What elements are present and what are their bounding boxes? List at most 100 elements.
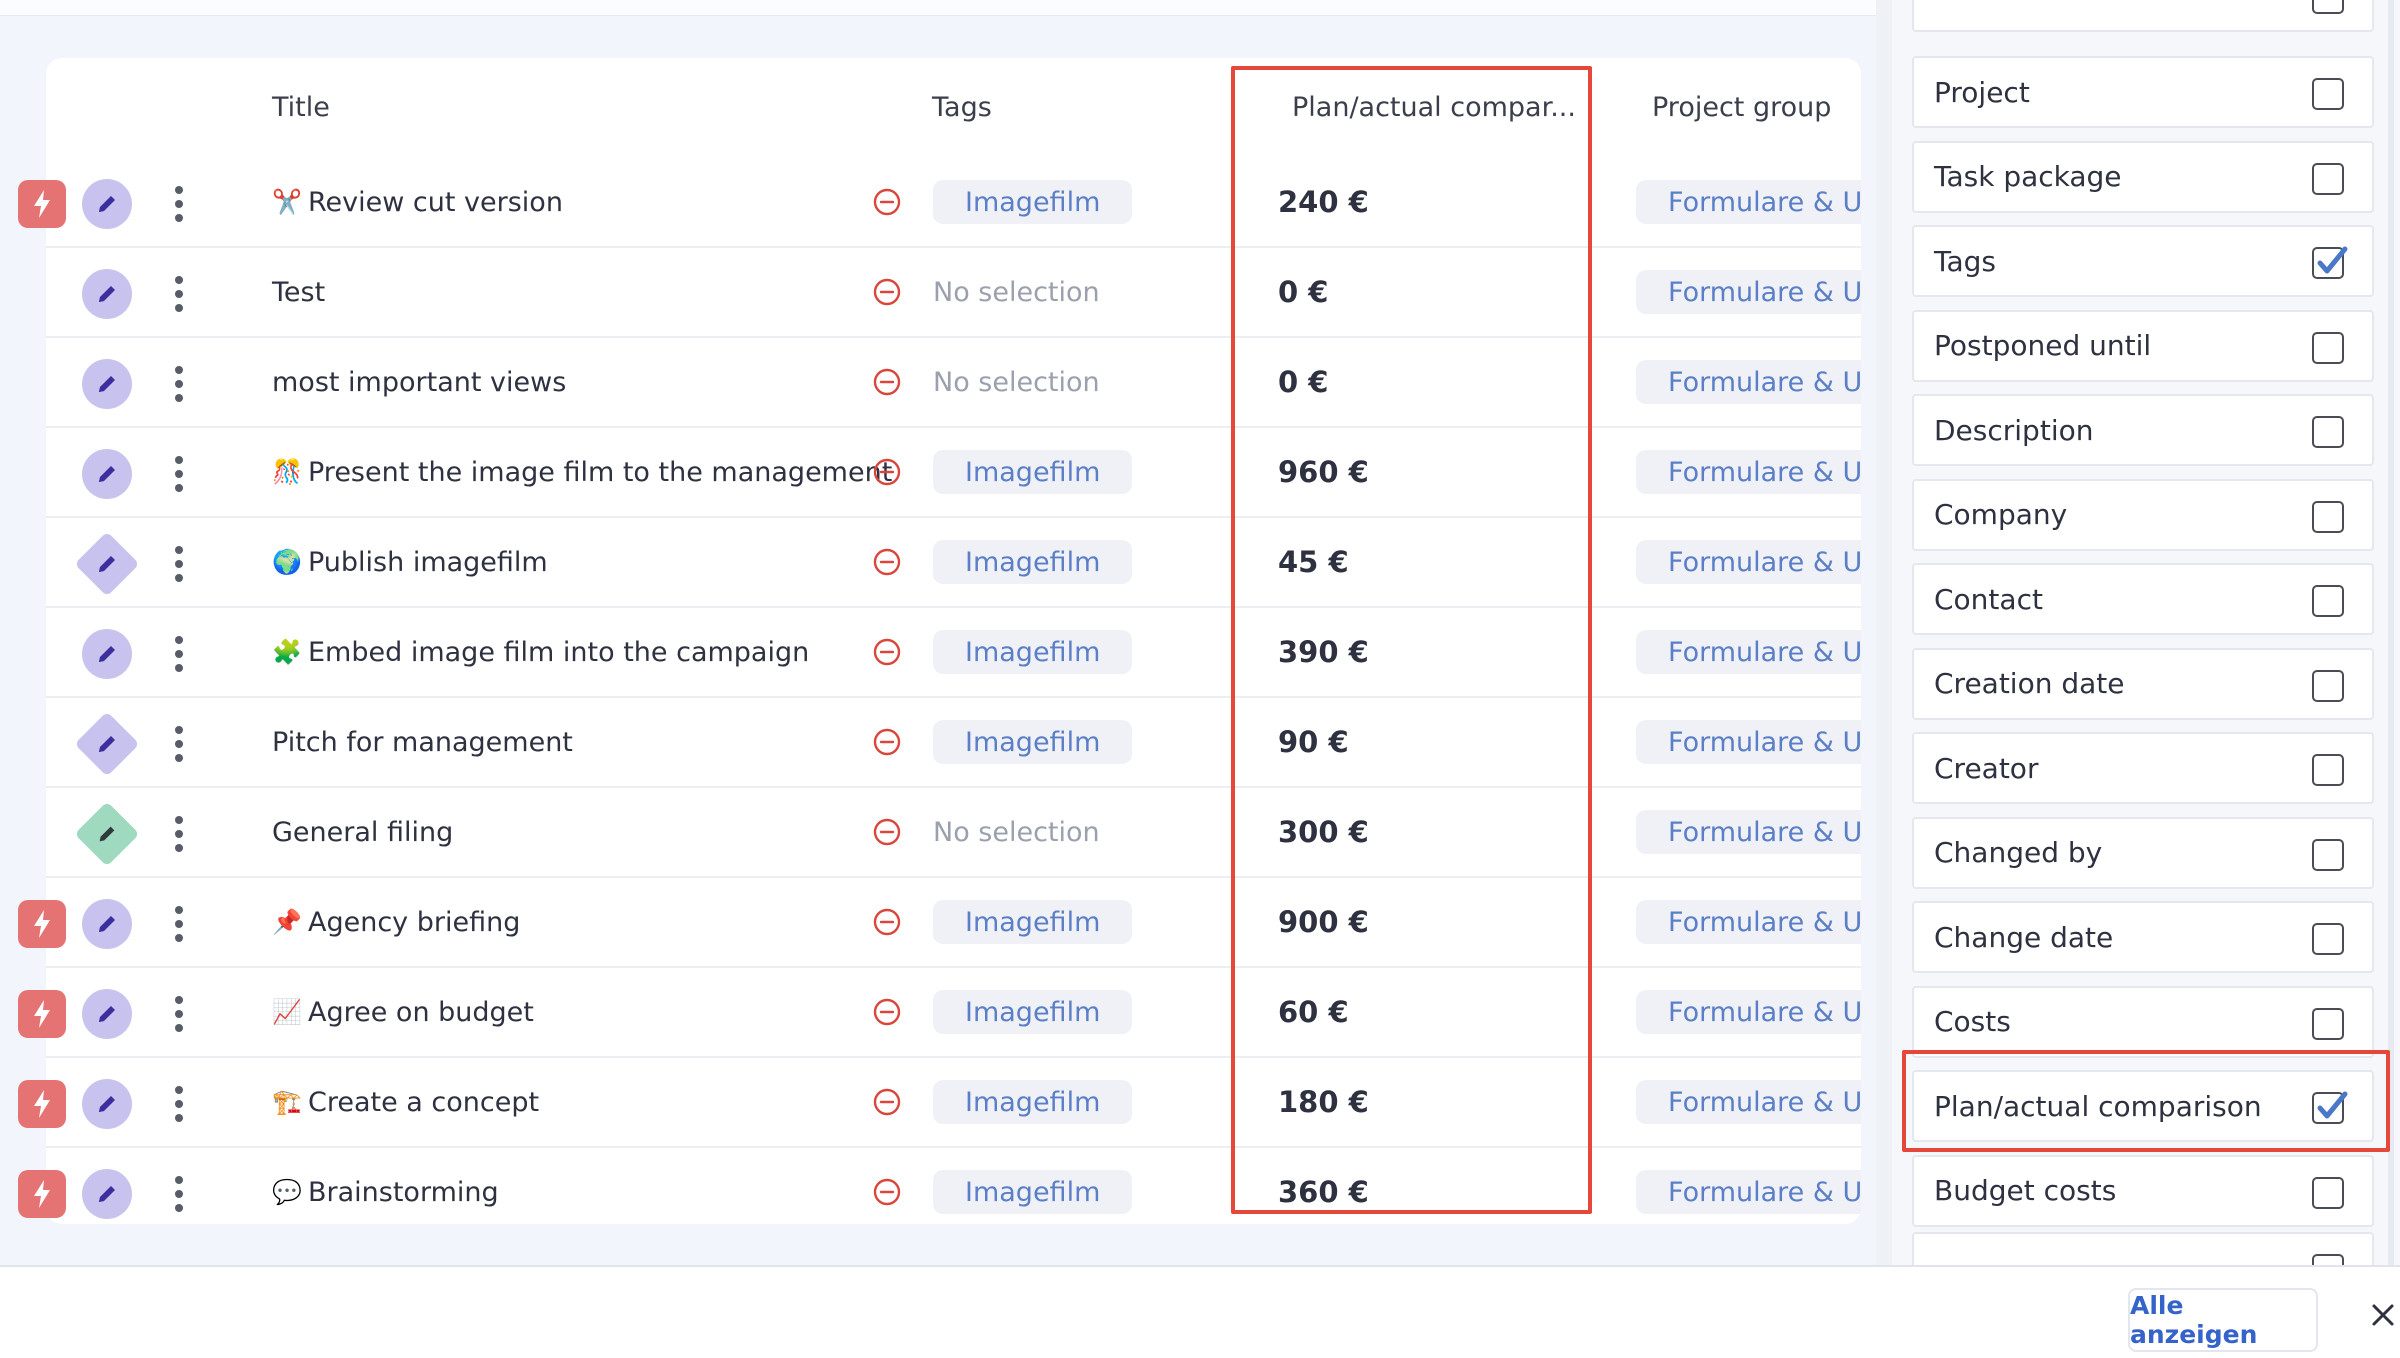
project-group-pill[interactable]: Formulare & Up xyxy=(1636,270,1861,314)
tag-pill[interactable]: Imagefilm xyxy=(933,1170,1133,1214)
table-row[interactable]: 📈 Agree on budget Imagefilm 60 € Formulare &… xyxy=(46,968,1861,1058)
checkbox[interactable] xyxy=(2312,923,2344,955)
column-option[interactable]: Creator xyxy=(1912,732,2374,804)
more-options-icon[interactable] xyxy=(172,1176,186,1212)
remove-tag-icon[interactable] xyxy=(872,248,902,336)
table-row[interactable]: 🧩 Embed image film into the campaign Image… xyxy=(46,608,1861,698)
table-row[interactable]: ✂️ Review cut version Imagefilm 240 € Formul… xyxy=(46,158,1861,248)
more-options-icon[interactable] xyxy=(172,186,186,222)
remove-tag-icon[interactable] xyxy=(872,518,902,606)
column-option[interactable]: Contact xyxy=(1912,563,2374,635)
table-row[interactable]: 📌 Agency briefing Imagefilm 900 € Formulare … xyxy=(46,878,1861,968)
tag-pill[interactable]: Imagefilm xyxy=(933,630,1133,674)
project-group-pill[interactable]: Formulare & Up xyxy=(1636,900,1861,944)
project-group-pill[interactable]: Formulare & Up xyxy=(1636,630,1861,674)
tag-pill[interactable]: Imagefilm xyxy=(933,720,1133,764)
task-title[interactable]: General filing xyxy=(272,788,453,876)
milestone-edit-icon[interactable] xyxy=(74,531,140,597)
priority-flash-icon[interactable] xyxy=(18,1080,66,1128)
priority-flash-icon[interactable] xyxy=(18,180,66,228)
task-title[interactable]: 🏗️ Create a concept xyxy=(272,1058,539,1146)
project-group-pill[interactable]: Formulare & Up xyxy=(1636,360,1861,404)
task-title[interactable]: 📈 Agree on budget xyxy=(272,968,534,1056)
remove-tag-icon[interactable] xyxy=(872,1058,902,1146)
remove-tag-icon[interactable] xyxy=(872,968,902,1056)
task-title[interactable]: 🧩 Embed image film into the campaign xyxy=(272,608,809,696)
more-options-icon[interactable] xyxy=(172,456,186,492)
show-all-button[interactable]: Alle anzeigen xyxy=(2128,1288,2318,1352)
checkbox[interactable] xyxy=(2312,78,2344,110)
priority-flash-icon[interactable] xyxy=(18,1170,66,1218)
table-row[interactable]: 🌍 Publish imagefilm Imagefilm 45 € Formulare… xyxy=(46,518,1861,608)
tag-empty-text[interactable]: No selection xyxy=(933,788,1100,876)
column-option[interactable]: Description xyxy=(1912,394,2374,466)
remove-tag-icon[interactable] xyxy=(872,878,902,966)
task-type-edit-icon[interactable] xyxy=(82,179,132,229)
task-title[interactable]: 📌 Agency briefing xyxy=(272,878,520,966)
project-group-pill[interactable]: Formulare & Up xyxy=(1636,990,1861,1034)
column-option[interactable]: Budget costs xyxy=(1912,1154,2374,1227)
checkbox[interactable] xyxy=(2312,416,2344,448)
project-group-pill[interactable]: Formulare & Up xyxy=(1636,1170,1861,1214)
remove-tag-icon[interactable] xyxy=(872,608,902,696)
filing-edit-icon[interactable] xyxy=(74,801,140,867)
task-title[interactable]: ✂️ Review cut version xyxy=(272,158,563,246)
project-group-pill[interactable]: Formulare & Up xyxy=(1636,720,1861,764)
table-row[interactable]: 🎊 Present the image film to the managemen… xyxy=(46,428,1861,518)
task-title[interactable]: Pitch for management xyxy=(272,698,573,786)
priority-flash-icon[interactable] xyxy=(18,900,66,948)
more-options-icon[interactable] xyxy=(172,726,186,762)
task-title[interactable]: 💬 Brainstorming xyxy=(272,1148,499,1224)
checkbox[interactable] xyxy=(2312,669,2344,702)
more-options-icon[interactable] xyxy=(172,366,186,402)
remove-tag-icon[interactable] xyxy=(872,788,902,876)
checkbox[interactable] xyxy=(2312,500,2344,533)
project-group-pill[interactable]: Formulare & Up xyxy=(1636,1080,1861,1124)
checkbox[interactable] xyxy=(2312,331,2344,364)
task-type-edit-icon[interactable] xyxy=(82,899,132,949)
tag-pill[interactable]: Imagefilm xyxy=(933,1080,1133,1124)
checkbox[interactable] xyxy=(2312,585,2344,617)
column-option[interactable]: Company xyxy=(1912,478,2374,551)
more-options-icon[interactable] xyxy=(172,906,186,942)
tag-pill[interactable]: Imagefilm xyxy=(933,180,1133,224)
checkbox[interactable] xyxy=(2312,1007,2344,1040)
tag-pill[interactable]: Imagefilm xyxy=(933,990,1133,1034)
checkbox[interactable] xyxy=(2312,1176,2344,1209)
table-row[interactable]: 🏗️ Create a concept Imagefilm 180 € Formular… xyxy=(46,1058,1861,1148)
column-option[interactable]: Costs xyxy=(1912,985,2374,1058)
column-header-plan-actual[interactable]: Plan/actual compar... xyxy=(1292,92,1576,123)
more-options-icon[interactable] xyxy=(172,546,186,582)
tag-pill[interactable]: Imagefilm xyxy=(933,900,1133,944)
checkbox[interactable] xyxy=(2312,162,2344,195)
more-options-icon[interactable] xyxy=(172,816,186,852)
task-title[interactable]: 🎊 Present the image film to the managemen… xyxy=(272,428,892,516)
remove-tag-icon[interactable] xyxy=(872,338,902,426)
checkbox[interactable] xyxy=(2312,754,2344,786)
table-row[interactable]: Pitch for management Imagefilm 90 € Formula… xyxy=(46,698,1861,788)
tag-empty-text[interactable]: No selection xyxy=(933,338,1100,426)
close-icon[interactable] xyxy=(2370,1302,2396,1328)
checkbox[interactable] xyxy=(2312,838,2344,871)
column-option[interactable]: Creation date xyxy=(1912,647,2374,720)
more-options-icon[interactable] xyxy=(172,1086,186,1122)
remove-tag-icon[interactable] xyxy=(872,698,902,786)
tag-pill[interactable]: Imagefilm xyxy=(933,540,1133,584)
more-options-icon[interactable] xyxy=(172,636,186,672)
task-type-edit-icon[interactable] xyxy=(82,449,132,499)
column-header-title[interactable]: Title xyxy=(272,92,330,123)
more-options-icon[interactable] xyxy=(172,276,186,312)
project-group-pill[interactable]: Formulare & Up xyxy=(1636,540,1861,584)
column-option[interactable]: Task package xyxy=(1912,140,2374,213)
tag-empty-text[interactable]: No selection xyxy=(933,248,1100,336)
table-row[interactable]: General filing No selection 300 € Formulare… xyxy=(46,788,1861,878)
more-options-icon[interactable] xyxy=(172,996,186,1032)
project-group-pill[interactable]: Formulare & Up xyxy=(1636,450,1861,494)
table-row[interactable]: 💬 Brainstorming Imagefilm 360 € Formulare & … xyxy=(46,1148,1861,1224)
priority-flash-icon[interactable] xyxy=(18,990,66,1038)
project-group-pill[interactable]: Formulare & Up xyxy=(1636,180,1861,224)
task-type-edit-icon[interactable] xyxy=(82,269,132,319)
task-type-edit-icon[interactable] xyxy=(82,989,132,1039)
remove-tag-icon[interactable] xyxy=(872,428,902,516)
column-header-project-group[interactable]: Project group xyxy=(1652,92,1831,123)
